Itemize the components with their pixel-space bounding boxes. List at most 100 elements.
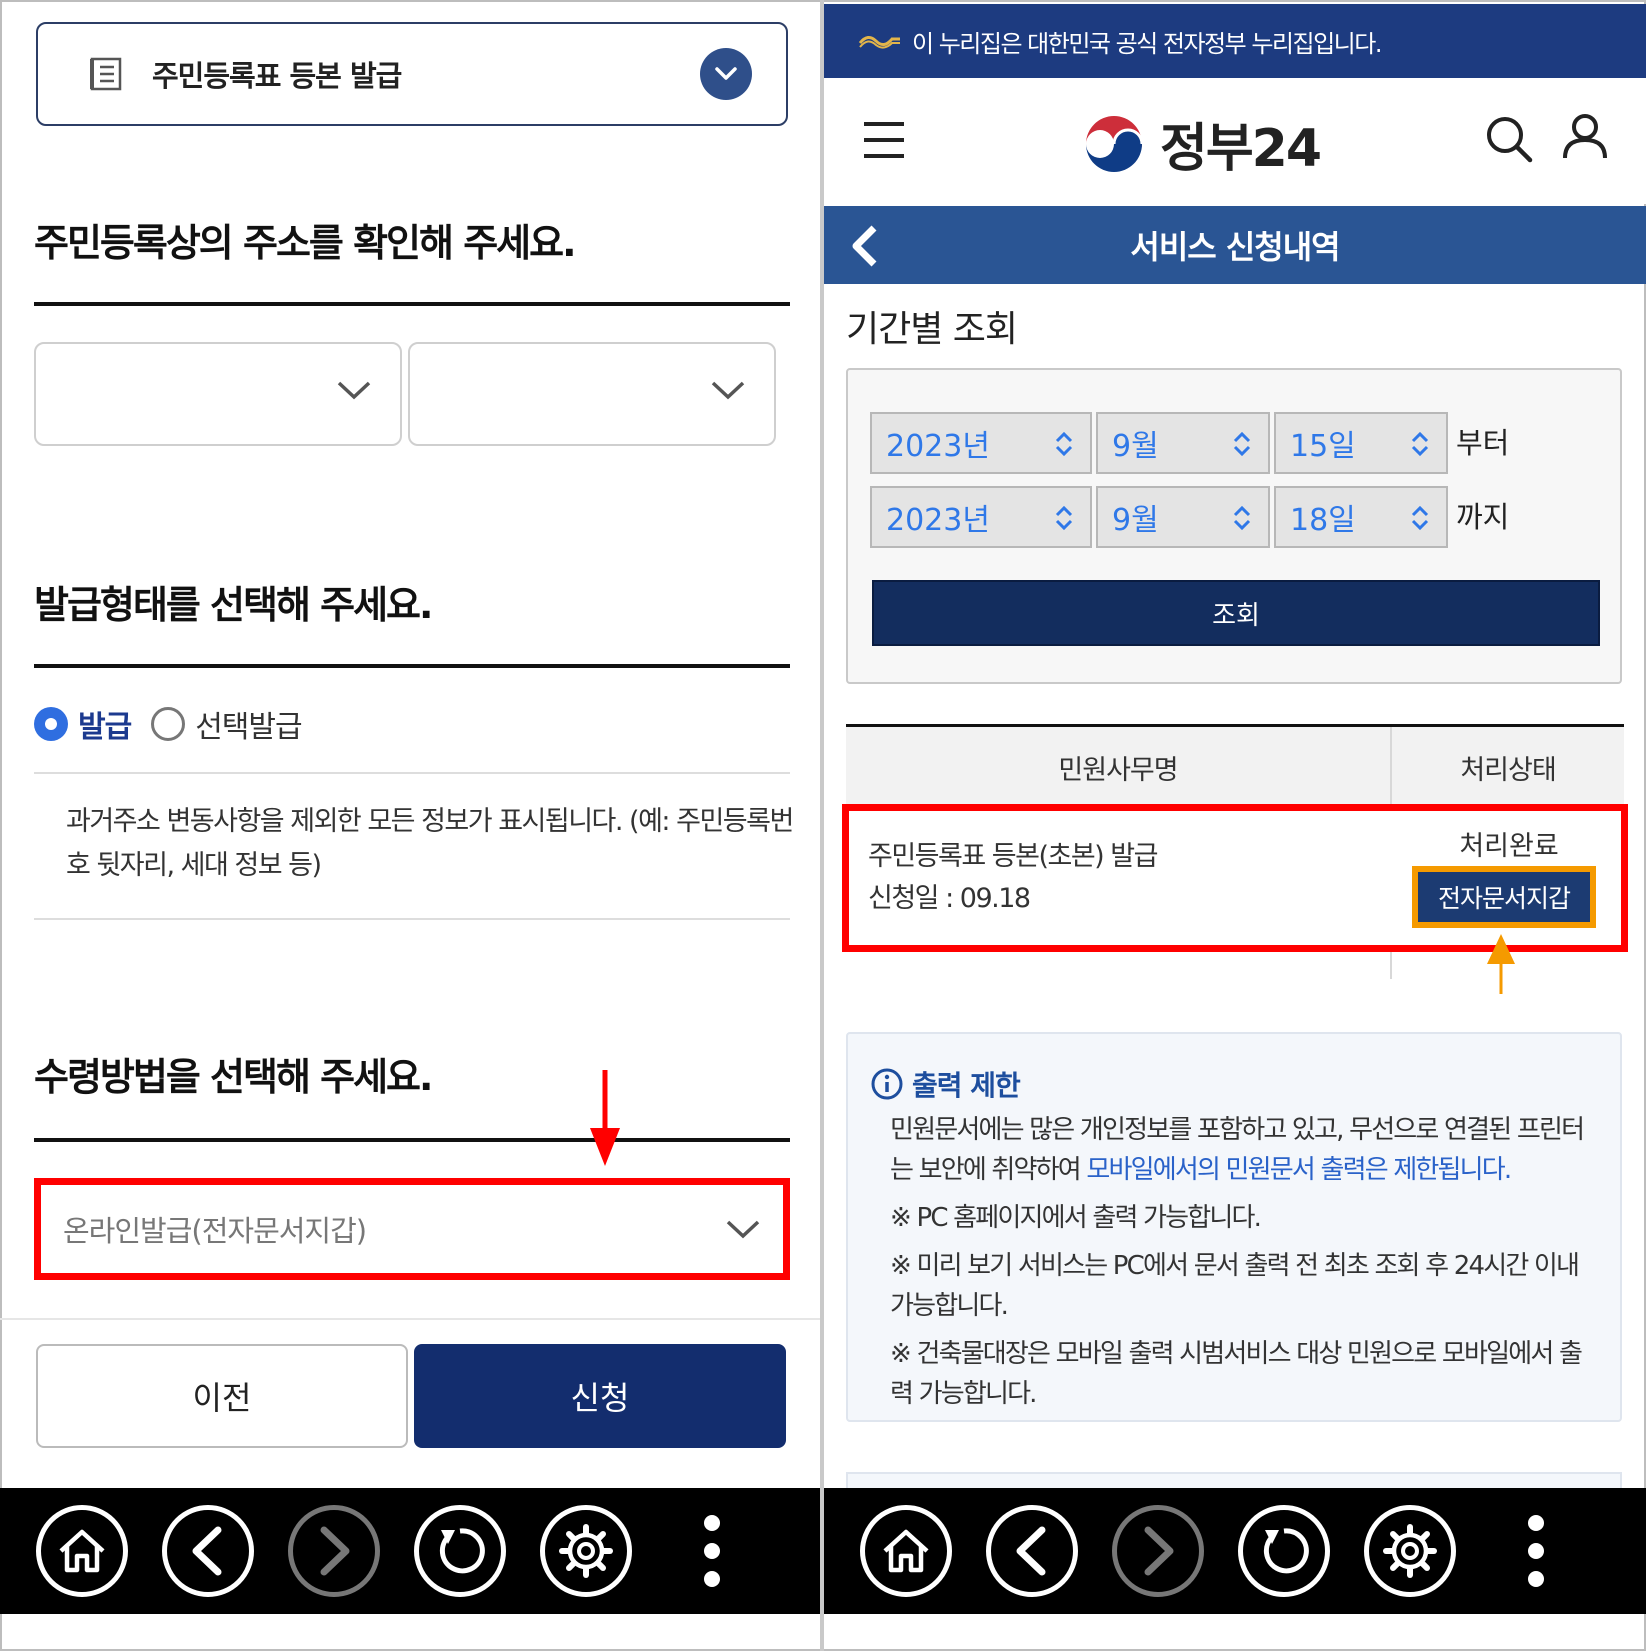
apply-button[interactable]: 신청 xyxy=(414,1344,786,1448)
prev-button[interactable]: 이전 xyxy=(36,1344,408,1448)
from-day-value: 15일 xyxy=(1290,429,1356,464)
refresh-icon[interactable] xyxy=(1238,1505,1330,1597)
from-month-select[interactable]: 9월 xyxy=(1096,412,1270,474)
table-row-date: 신청일 : 09.18 xyxy=(868,883,1031,914)
divider xyxy=(34,1138,790,1142)
issue-type-radio-group: 발급 선택발급 xyxy=(34,702,303,746)
home-icon[interactable] xyxy=(860,1505,952,1597)
address-select-1[interactable] xyxy=(34,342,402,446)
to-day-select[interactable]: 18일 xyxy=(1274,486,1448,548)
back-icon[interactable] xyxy=(162,1505,254,1597)
to-year-value: 2023년 xyxy=(886,503,990,538)
document-icon xyxy=(90,57,122,91)
updown-icon xyxy=(1055,505,1073,531)
gov-emblem-icon xyxy=(858,36,900,49)
issue-type-description: 과거주소 변동사항을 제외한 모든 정보가 표시됩니다. (예: 주민등록번호 … xyxy=(66,806,794,881)
table-row-text: 주민등록표 등본(초본) 발급 신청일 : 09.18 xyxy=(868,836,1158,920)
to-day-value: 18일 xyxy=(1290,503,1356,538)
notice-para-3: ※ 미리 보기 서비스는 PC에서 문서 출력 전 최초 조회 후 24시간 이… xyxy=(890,1251,1580,1321)
taegeuk-logo-icon xyxy=(1086,115,1144,172)
page-title-bar: 서비스 신청내역 xyxy=(824,206,1646,284)
radio-selective-issue-label[interactable]: 선택발급 xyxy=(195,702,302,746)
more-icon[interactable] xyxy=(704,1515,720,1587)
notice-title-row: 출력 제한 xyxy=(870,1064,1021,1104)
notice-title: 출력 제한 xyxy=(912,1069,1021,1102)
divider xyxy=(0,1318,820,1320)
settings-icon[interactable] xyxy=(1364,1505,1456,1597)
address-select-2[interactable] xyxy=(408,342,776,446)
from-year-value: 2023년 xyxy=(886,429,990,464)
gov-banner: 이 누리집은 대한민국 공식 전자정부 누리집입니다. xyxy=(824,4,1646,78)
info-icon xyxy=(871,1068,903,1100)
chevron-down-icon[interactable] xyxy=(700,48,752,100)
from-suffix: 부터 xyxy=(1456,426,1510,460)
search-icon[interactable] xyxy=(1484,114,1534,164)
table-header-name: 민원사무명 xyxy=(1058,754,1178,786)
forward-icon[interactable] xyxy=(288,1505,380,1597)
from-day-select[interactable]: 15일 xyxy=(1274,412,1448,474)
table-row-name[interactable]: 주민등록표 등본(초본) 발급 xyxy=(868,836,1158,878)
browser-nav-bar xyxy=(0,1488,820,1614)
notice-body: 민원문서에는 많은 개인정보를 포함하고 있고, 무선으로 연결된 프린터는 보… xyxy=(890,1110,1590,1422)
divider xyxy=(34,664,790,668)
print-restriction-notice: 출력 제한 민원문서에는 많은 개인정보를 포함하고 있고, 무선으로 연결된 … xyxy=(846,1032,1622,1422)
more-icon[interactable] xyxy=(1528,1515,1544,1587)
service-selector[interactable]: 주민등록표 등본 발급 xyxy=(36,22,788,126)
red-arrow-annotation xyxy=(590,1070,620,1166)
table-row-status: 처리완료 xyxy=(1459,831,1559,862)
back-icon[interactable] xyxy=(986,1505,1078,1597)
gov-banner-text: 이 누리집은 대한민국 공식 전자정부 누리집입니다. xyxy=(912,29,1382,58)
gov24-logo[interactable]: 정부24 xyxy=(1082,106,1322,181)
forward-icon[interactable] xyxy=(1112,1505,1204,1597)
updown-icon xyxy=(1233,431,1251,457)
to-year-select[interactable]: 2023년 xyxy=(870,486,1092,548)
period-filter: 2023년 9월 15일 부터 2023년 9월 18일 까지 조회 xyxy=(846,368,1622,684)
to-month-value: 9월 xyxy=(1112,503,1159,538)
to-suffix: 까지 xyxy=(1456,500,1510,534)
user-icon[interactable] xyxy=(1562,112,1608,160)
logo-text: 정부24 xyxy=(1160,119,1322,179)
divider xyxy=(34,918,790,920)
to-month-select[interactable]: 9월 xyxy=(1096,486,1270,548)
right-panel: 이 누리집은 대한민국 공식 전자정부 누리집입니다. 정부24 서비스 신청내… xyxy=(824,0,1646,1651)
chevron-down-icon xyxy=(726,1220,760,1239)
address-heading: 주민등록상의 주소를 확인해 주세요. xyxy=(34,221,577,265)
back-icon[interactable] xyxy=(850,224,880,268)
updown-icon xyxy=(1411,505,1429,531)
divider xyxy=(34,772,790,774)
notice-para-4: ※ 건축물대장은 모바일 출력 시범서비스 대상 민원으로 모바일에서 출력 가… xyxy=(890,1339,1583,1409)
table-header-status: 처리상태 xyxy=(1460,754,1556,786)
radio-selective-issue[interactable] xyxy=(151,707,186,741)
refresh-icon[interactable] xyxy=(414,1505,506,1597)
left-panel: 주민등록표 등본 발급 주민등록상의 주소를 확인해 주세요. 발급형태를 선택… xyxy=(0,0,820,1651)
updown-icon xyxy=(1411,431,1429,457)
orange-arrow-annotation xyxy=(1487,934,1515,994)
radio-issue-label[interactable]: 발급 xyxy=(78,702,132,746)
period-label: 기간별 조회 xyxy=(846,309,1018,350)
receive-method-select[interactable]: 온라인발급(전자문서지갑) xyxy=(34,1178,790,1280)
updown-icon xyxy=(1233,505,1251,531)
e-wallet-button[interactable]: 전자문서지갑 xyxy=(1412,866,1596,928)
notice-para-2: ※ PC 홈페이지에서 출력 가능합니다. xyxy=(890,1203,1262,1233)
browser-nav-bar xyxy=(824,1488,1646,1614)
radio-issue[interactable] xyxy=(34,707,68,741)
chevron-down-icon xyxy=(711,381,745,400)
chevron-down-icon xyxy=(337,381,371,400)
query-button[interactable]: 조회 xyxy=(872,580,1600,646)
notice-para-1: 민원문서에는 많은 개인정보를 포함하고 있고, 무선으로 연결된 프린터는 보… xyxy=(890,1110,1590,1190)
home-icon[interactable] xyxy=(36,1505,128,1597)
divider xyxy=(34,302,790,306)
notice-para-1b: 모바일에서의 민원문서 출력은 제한됩니다. xyxy=(1086,1155,1512,1185)
service-title: 주민등록표 등본 발급 xyxy=(152,59,402,93)
issue-type-heading: 발급형태를 선택해 주세요. xyxy=(34,583,433,627)
receive-method-heading: 수령방법을 선택해 주세요. xyxy=(34,1055,433,1099)
from-year-select[interactable]: 2023년 xyxy=(870,412,1092,474)
updown-icon xyxy=(1055,431,1073,457)
site-header: 정부24 xyxy=(824,78,1646,204)
menu-icon[interactable] xyxy=(862,120,906,160)
settings-icon[interactable] xyxy=(540,1505,632,1597)
table-header: 민원사무명 처리상태 xyxy=(846,727,1624,979)
from-month-value: 9월 xyxy=(1112,429,1159,464)
receive-method-value: 온라인발급(전자문서지갑) xyxy=(63,1214,367,1248)
page-title: 서비스 신청내역 xyxy=(1130,228,1340,266)
